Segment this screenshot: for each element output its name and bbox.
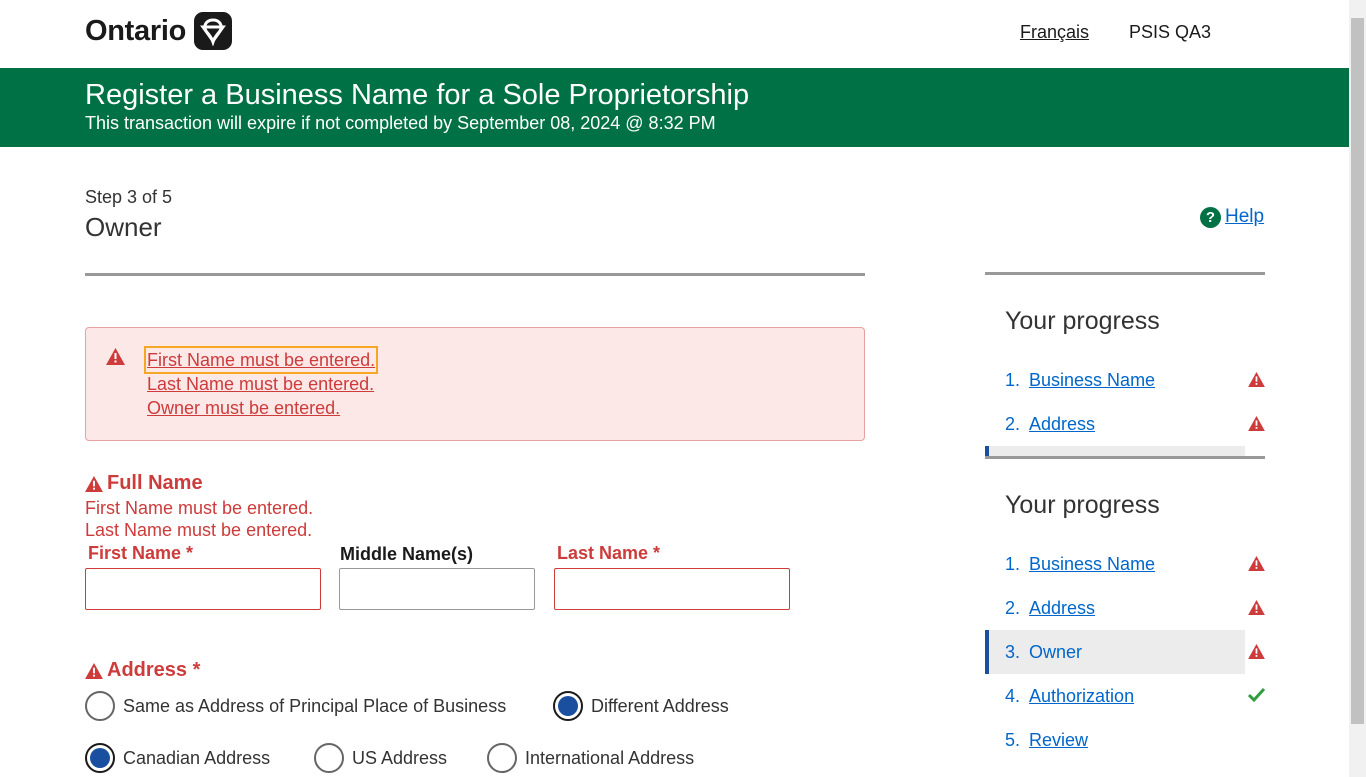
progress-link[interactable]: Review xyxy=(1029,730,1088,751)
error-status-icon xyxy=(1248,600,1265,620)
error-status-icon xyxy=(1248,644,1265,664)
radio-same-address[interactable]: Same as Address of Principal Place of Bu… xyxy=(85,691,553,721)
last-name-error: Last Name must be entered. xyxy=(85,520,313,540)
error-summary-list: First Name must be entered. Last Name mu… xyxy=(143,346,379,420)
warning-icon xyxy=(85,475,103,492)
radio-button[interactable] xyxy=(85,743,115,773)
help-link[interactable]: Help xyxy=(1225,206,1264,228)
error-status-icon xyxy=(1248,372,1265,392)
sticky-progress-item-business-name[interactable]: 1. Business Name xyxy=(985,358,1245,402)
progress-item-business-name[interactable]: 1. Business Name xyxy=(985,542,1245,586)
address-legend: Address * xyxy=(85,659,200,682)
error-link-first-name[interactable]: First Name must be entered. xyxy=(143,346,379,374)
radio-label: US Address xyxy=(352,747,448,768)
progress-item-address[interactable]: 2. Address xyxy=(985,586,1245,630)
first-name-label: First Name * xyxy=(88,543,194,563)
warning-icon xyxy=(106,348,125,370)
middle-name-label: Middle Name(s) xyxy=(340,544,474,564)
address-source-group: Same as Address of Principal Place of Bu… xyxy=(85,691,729,721)
progress-link[interactable]: Business Name xyxy=(1029,554,1155,575)
progress-item-authorization[interactable]: 4. Authorization xyxy=(985,674,1245,718)
environment-label: PSIS QA3 xyxy=(1129,22,1212,42)
sidebar-divider xyxy=(985,272,1265,275)
error-status-icon xyxy=(1248,416,1265,436)
ontario-logo[interactable]: Ontario xyxy=(85,12,233,50)
progress-number: 3. xyxy=(1005,641,1021,662)
scrollbar-thumb[interactable] xyxy=(1351,18,1364,724)
header: Ontario Français PSIS QA3 xyxy=(0,0,1349,68)
radio-different-address[interactable]: Different Address xyxy=(553,691,729,721)
section-divider xyxy=(85,273,865,276)
progress-current-label: Owner xyxy=(1029,641,1083,662)
error-link-owner[interactable]: Owner must be entered. xyxy=(146,396,376,420)
progress-item-owner[interactable]: 3. Owner xyxy=(985,630,1245,674)
first-name-input[interactable] xyxy=(85,568,321,610)
progress-number: 1. xyxy=(1005,369,1021,390)
checkmark-icon xyxy=(1247,687,1266,707)
radio-button[interactable] xyxy=(314,743,344,773)
logo-text: Ontario xyxy=(85,14,187,47)
error-status-icon xyxy=(1248,556,1265,576)
last-name-input[interactable] xyxy=(554,568,790,610)
help-button[interactable]: ? Help xyxy=(1200,206,1264,228)
middle-name-input[interactable] xyxy=(339,568,535,610)
error-summary: First Name must be entered. Last Name mu… xyxy=(85,327,865,441)
first-name-error: First Name must be entered. xyxy=(85,498,314,518)
progress-number: 5. xyxy=(1005,729,1021,750)
page-title: Owner xyxy=(85,212,162,242)
full-name-legend: Full Name xyxy=(85,472,203,495)
radio-button[interactable] xyxy=(85,691,115,721)
progress-number: 1. xyxy=(1005,553,1021,574)
full-name-legend-text: Full Name xyxy=(107,472,203,494)
progress-link[interactable]: Business Name xyxy=(1029,370,1155,391)
warning-icon xyxy=(85,662,103,679)
page-banner: Register a Business Name for a Sole Prop… xyxy=(0,68,1349,147)
page-scrollbar[interactable] xyxy=(1349,0,1366,777)
progress-number: 2. xyxy=(1005,597,1021,618)
radio-us-address[interactable]: US Address xyxy=(314,743,487,773)
banner-subtitle: This transaction will expire if not comp… xyxy=(85,113,716,133)
last-name-label: Last Name * xyxy=(557,543,661,563)
sticky-progress-item-address[interactable]: 2. Address xyxy=(985,402,1245,446)
radio-international-address[interactable]: International Address xyxy=(487,743,694,773)
radio-label: Same as Address of Principal Place of Bu… xyxy=(123,695,507,716)
banner-title: Register a Business Name for a Sole Prop… xyxy=(85,79,750,111)
radio-button[interactable] xyxy=(487,743,517,773)
progress-number: 2. xyxy=(1005,413,1021,434)
radio-label: Different Address xyxy=(591,695,729,716)
error-link-last-name[interactable]: Last Name must be entered. xyxy=(146,372,376,396)
radio-label: Canadian Address xyxy=(123,747,271,768)
sidebar-divider xyxy=(985,456,1265,459)
progress-title: Your progress xyxy=(1005,491,1160,519)
progress-link[interactable]: Address xyxy=(1029,414,1095,435)
progress-item-review[interactable]: 5. Review xyxy=(985,718,1245,762)
trillium-icon xyxy=(194,12,233,50)
progress-number: 4. xyxy=(1005,685,1021,706)
address-legend-text: Address * xyxy=(107,659,201,681)
help-icon: ? xyxy=(1200,206,1221,228)
radio-label: International Address xyxy=(525,747,695,768)
radio-button[interactable] xyxy=(553,691,583,721)
radio-canadian-address[interactable]: Canadian Address xyxy=(85,743,314,773)
address-type-group: Canadian Address US Address Internationa… xyxy=(85,743,694,773)
progress-link[interactable]: Address xyxy=(1029,598,1095,619)
language-toggle-link[interactable]: Français xyxy=(1020,22,1089,43)
progress-link[interactable]: Authorization xyxy=(1029,686,1134,707)
progress-title-sticky: Your progress xyxy=(1005,307,1160,335)
step-indicator: Step 3 of 5 xyxy=(85,187,173,207)
